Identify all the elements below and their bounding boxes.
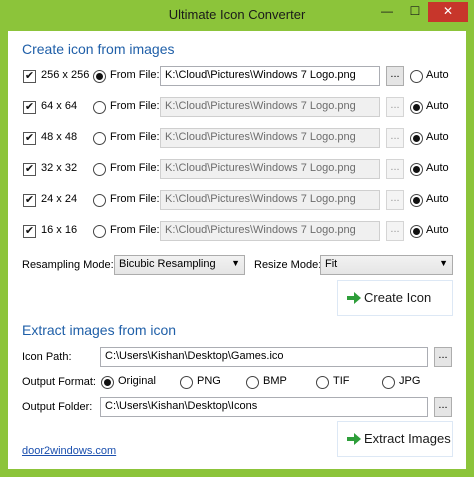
image-browse-button[interactable]: ... bbox=[386, 190, 404, 210]
extract-images-button[interactable]: Extract Images bbox=[337, 421, 453, 457]
icon-path-browse-button[interactable]: ... bbox=[434, 347, 452, 367]
size-checkbox[interactable]: ✔ bbox=[23, 225, 36, 238]
minimize-button[interactable]: — bbox=[374, 2, 400, 22]
extract-images-label: Extract Images bbox=[364, 431, 451, 446]
from-file-radio[interactable] bbox=[93, 225, 106, 238]
output-format-label: Output Format: bbox=[22, 376, 96, 388]
auto-radio[interactable] bbox=[410, 132, 423, 145]
from-file-radio[interactable] bbox=[93, 163, 106, 176]
image-path-input[interactable]: K:\Cloud\Pictures\Windows 7 Logo.png bbox=[160, 190, 380, 210]
auto-label: Auto bbox=[426, 224, 449, 236]
image-browse-button[interactable]: ... bbox=[386, 128, 404, 148]
resize-mode-label: Resize Mode: bbox=[254, 259, 322, 271]
create-icon-button[interactable]: Create Icon bbox=[337, 280, 453, 316]
from-file-label: From File: bbox=[110, 69, 160, 81]
extract-section-title: Extract images from icon bbox=[22, 322, 177, 338]
auto-label: Auto bbox=[426, 162, 449, 174]
format-radio-png[interactable] bbox=[180, 376, 193, 389]
close-button[interactable]: ✕ bbox=[428, 2, 468, 22]
from-file-label: From File: bbox=[110, 193, 160, 205]
size-label: 48 x 48 bbox=[41, 131, 78, 143]
auto-label: Auto bbox=[426, 193, 449, 205]
format-label: TIF bbox=[333, 375, 350, 387]
image-browse-button[interactable]: ... bbox=[386, 66, 404, 86]
format-radio-jpg[interactable] bbox=[382, 376, 395, 389]
from-file-label: From File: bbox=[110, 100, 160, 112]
auto-label: Auto bbox=[426, 131, 449, 143]
output-folder-input[interactable]: C:\Users\Kishan\Desktop\Icons bbox=[100, 397, 428, 417]
website-link[interactable]: door2windows.com bbox=[22, 445, 116, 457]
auto-radio[interactable] bbox=[410, 70, 423, 83]
auto-radio[interactable] bbox=[410, 194, 423, 207]
resampling-mode-label: Resampling Mode: bbox=[22, 259, 114, 271]
from-file-label: From File: bbox=[110, 131, 160, 143]
size-label: 24 x 24 bbox=[41, 193, 78, 205]
image-path-input[interactable]: K:\Cloud\Pictures\Windows 7 Logo.png bbox=[160, 97, 380, 117]
image-browse-button[interactable]: ... bbox=[386, 97, 404, 117]
format-label: PNG bbox=[197, 375, 221, 387]
auto-label: Auto bbox=[426, 100, 449, 112]
image-path-input[interactable]: K:\Cloud\Pictures\Windows 7 Logo.png bbox=[160, 159, 380, 179]
image-browse-button[interactable]: ... bbox=[386, 159, 404, 179]
size-row: ✔ 256 x 256 From File: K:\Cloud\Pictures\Wi… bbox=[8, 66, 466, 86]
size-row: ✔ 24 x 24 From File: K:\Cloud\Pictures\Wind… bbox=[8, 190, 466, 210]
auto-radio[interactable] bbox=[410, 163, 423, 176]
format-radio-bmp[interactable] bbox=[246, 376, 259, 389]
image-path-input[interactable]: K:\Cloud\Pictures\Windows 7 Logo.png bbox=[160, 128, 380, 148]
auto-radio[interactable] bbox=[410, 101, 423, 114]
size-row: ✔ 16 x 16 From File: K:\Cloud\Pictures\Wind… bbox=[8, 221, 466, 241]
size-row: ✔ 64 x 64 From File: K:\Cloud\Pictures\Wind… bbox=[8, 97, 466, 117]
icon-path-input[interactable]: C:\Users\Kishan\Desktop\Games.ico bbox=[100, 347, 428, 367]
app-window: Ultimate Icon Converter — ☐ ✕ Create ico… bbox=[0, 0, 474, 477]
format-label: Original bbox=[118, 375, 156, 387]
from-file-label: From File: bbox=[110, 162, 160, 174]
create-section-title: Create icon from images bbox=[22, 41, 175, 57]
format-radio-original[interactable] bbox=[101, 376, 114, 389]
resampling-mode-select[interactable]: Bicubic Resampling ▼ bbox=[114, 255, 245, 275]
size-label: 256 x 256 bbox=[41, 69, 90, 81]
size-label: 64 x 64 bbox=[41, 100, 78, 112]
auto-label: Auto bbox=[426, 69, 449, 81]
size-label: 16 x 16 bbox=[41, 224, 78, 236]
size-checkbox[interactable]: ✔ bbox=[23, 101, 36, 114]
green-arrow-right-icon bbox=[347, 292, 361, 304]
from-file-radio[interactable] bbox=[93, 101, 106, 114]
from-file-label: From File: bbox=[110, 224, 160, 236]
from-file-radio[interactable] bbox=[93, 194, 106, 207]
chevron-down-icon: ▼ bbox=[439, 258, 448, 268]
from-file-radio[interactable] bbox=[93, 70, 106, 83]
size-checkbox[interactable]: ✔ bbox=[23, 163, 36, 176]
resize-mode-select[interactable]: Fit ▼ bbox=[320, 255, 453, 275]
create-icon-label: Create Icon bbox=[364, 290, 432, 305]
output-folder-label: Output Folder: bbox=[22, 401, 93, 413]
image-path-input[interactable]: K:\Cloud\Pictures\Windows 7 Logo.png bbox=[160, 66, 380, 86]
maximize-button[interactable]: ☐ bbox=[402, 2, 428, 22]
size-checkbox[interactable]: ✔ bbox=[23, 70, 36, 83]
format-radio-tif[interactable] bbox=[316, 376, 329, 389]
image-browse-button[interactable]: ... bbox=[386, 221, 404, 241]
from-file-radio[interactable] bbox=[93, 132, 106, 145]
image-path-input[interactable]: K:\Cloud\Pictures\Windows 7 Logo.png bbox=[160, 221, 380, 241]
auto-radio[interactable] bbox=[410, 225, 423, 238]
client-area: Create icon from images ✔ 256 x 256 From F… bbox=[8, 31, 466, 469]
size-row: ✔ 48 x 48 From File: K:\Cloud\Pictures\Wind… bbox=[8, 128, 466, 148]
format-label: JPG bbox=[399, 375, 421, 387]
resize-mode-value: Fit bbox=[325, 258, 338, 270]
size-checkbox[interactable]: ✔ bbox=[23, 132, 36, 145]
size-row: ✔ 32 x 32 From File: K:\Cloud\Pictures\Wind… bbox=[8, 159, 466, 179]
resampling-mode-value: Bicubic Resampling bbox=[119, 258, 216, 270]
size-label: 32 x 32 bbox=[41, 162, 78, 174]
green-arrow-right-icon bbox=[347, 433, 361, 445]
size-checkbox[interactable]: ✔ bbox=[23, 194, 36, 207]
icon-path-label: Icon Path: bbox=[22, 351, 72, 363]
output-folder-browse-button[interactable]: ... bbox=[434, 397, 452, 417]
format-label: BMP bbox=[263, 375, 287, 387]
title-bar[interactable]: Ultimate Icon Converter — ☐ ✕ bbox=[0, 0, 474, 30]
chevron-down-icon: ▼ bbox=[231, 258, 240, 268]
